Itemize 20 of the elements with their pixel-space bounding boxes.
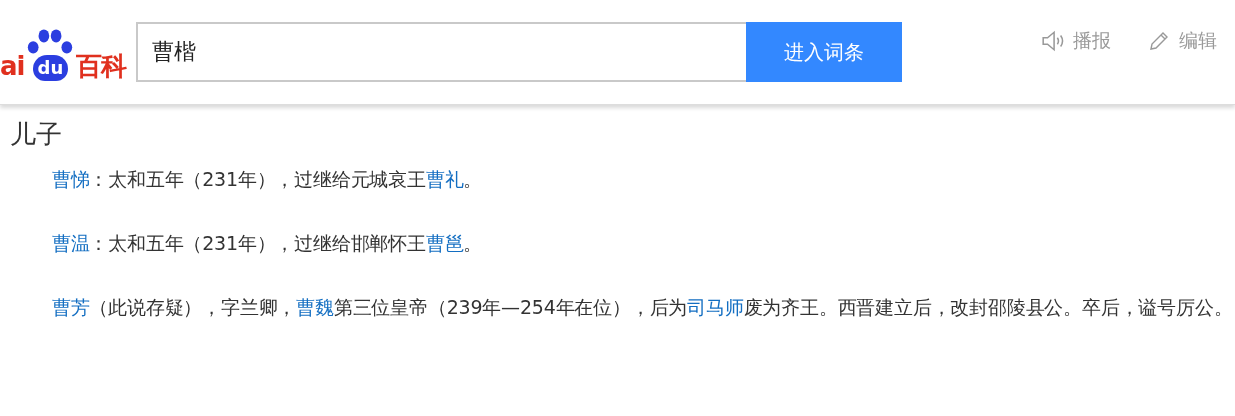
logo-text: du — [32, 55, 69, 81]
paragraph: 曹悌：太和五年（231年），过继给元城哀王曹礼。 — [50, 167, 484, 192]
logo-text: 百科 — [76, 51, 127, 81]
search-field[interactable]: 曹楷 — [136, 22, 746, 82]
link[interactable]: 司马师 — [687, 296, 744, 318]
link[interactable]: 曹芳 — [51, 296, 90, 318]
paw-icon — [26, 29, 75, 55]
link[interactable]: 曹礼 — [425, 168, 464, 190]
section-heading: 儿子 — [10, 118, 63, 151]
listen-button[interactable]: 播报 — [1041, 28, 1111, 54]
link[interactable]: 曹温 — [51, 232, 90, 254]
search-button[interactable]: 进入词条 — [746, 22, 902, 82]
speaker-icon — [1041, 30, 1065, 52]
paragraph: 曹温：太和五年（231年），过继给邯郸怀王曹邕。 — [50, 231, 484, 256]
link[interactable]: 曹悌 — [51, 168, 90, 190]
link[interactable]: 曹邕 — [425, 232, 464, 254]
logo-text: ai — [0, 51, 25, 81]
link[interactable]: 曹魏 — [296, 296, 334, 318]
edit-button[interactable]: 编辑 — [1147, 28, 1217, 54]
paragraph: 曹芳（此说存疑），字兰卿，曹魏第三位皇帝（239年—254年在位），后为司马师废为齐王。西晋建立后，改封邵陵县公。卒后，谥号厉公。 — [50, 295, 1234, 320]
